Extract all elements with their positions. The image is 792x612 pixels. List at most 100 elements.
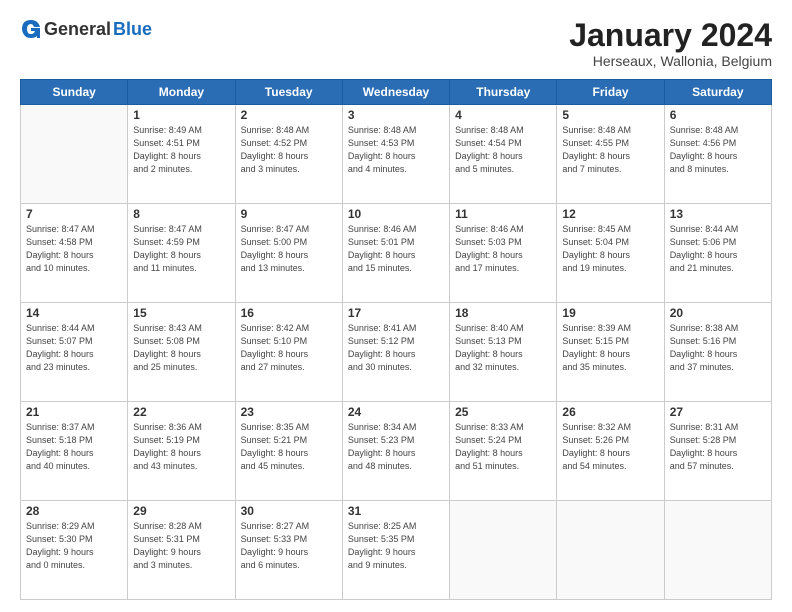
cell-info-13: Sunrise: 8:44 AM Sunset: 5:06 PM Dayligh… — [670, 223, 766, 275]
cal-cell-0-6: 6Sunrise: 8:48 AM Sunset: 4:56 PM Daylig… — [664, 105, 771, 204]
page: General Blue January 2024 Herseaux, Wall… — [0, 0, 792, 612]
cell-info-7: Sunrise: 8:47 AM Sunset: 4:58 PM Dayligh… — [26, 223, 122, 275]
week-row-2: 7Sunrise: 8:47 AM Sunset: 4:58 PM Daylig… — [21, 204, 772, 303]
calendar-table: Sunday Monday Tuesday Wednesday Thursday… — [20, 79, 772, 600]
cell-info-3: Sunrise: 8:48 AM Sunset: 4:53 PM Dayligh… — [348, 124, 444, 176]
cell-info-24: Sunrise: 8:34 AM Sunset: 5:23 PM Dayligh… — [348, 421, 444, 473]
cell-info-31: Sunrise: 8:25 AM Sunset: 5:35 PM Dayligh… — [348, 520, 444, 572]
cal-cell-2-5: 19 Sunrise: 8:39 AM Sunset: 5:15 PM Dayli… — [557, 303, 664, 402]
cal-cell-0-2: 2 Sunrise: 8:48 AM Sunset: 4:52 PM Daylig… — [235, 105, 342, 204]
header: General Blue January 2024 Herseaux, Wall… — [20, 18, 772, 69]
cell-info-11: Sunrise: 8:46 AM Sunset: 5:03 PM Dayligh… — [455, 223, 551, 275]
header-monday: Monday — [128, 80, 235, 105]
day-number-4: 4 — [455, 108, 551, 122]
cal-cell-2-3: 17 Sunrise: 8:41 AM Sunset: 5:12 PM Dayli… — [342, 303, 449, 402]
day-number-21: 21 — [26, 405, 122, 419]
day-number-30: 30 — [241, 504, 337, 518]
day-number-18: 18 — [455, 306, 551, 320]
cal-cell-4-2: 30 Sunrise: 8:27 AM Sunset: 5:33 PM Dayli… — [235, 501, 342, 600]
cal-cell-1-0: 7Sunrise: 8:47 AM Sunset: 4:58 PM Daylig… — [21, 204, 128, 303]
logo-icon — [20, 18, 42, 40]
day-number-29: 29 — [133, 504, 229, 518]
day-number-16: 16 — [241, 306, 337, 320]
cal-cell-2-4: 18 Sunrise: 8:40 AM Sunset: 5:13 PM Dayli… — [450, 303, 557, 402]
day-number-12: 12 — [562, 207, 658, 221]
cal-cell-0-4: 4 Sunrise: 8:48 AM Sunset: 4:54 PM Daylig… — [450, 105, 557, 204]
cell-info-14: Sunrise: 8:44 AM Sunset: 5:07 PM Dayligh… — [26, 322, 122, 374]
day-number-19: 19 — [562, 306, 658, 320]
cal-cell-3-0: 21Sunrise: 8:37 AM Sunset: 5:18 PM Dayli… — [21, 402, 128, 501]
day-number-14: 14 — [26, 306, 122, 320]
week-row-1: 1 Sunrise: 8:49 AM Sunset: 4:51 PM Daylig… — [21, 105, 772, 204]
month-title: January 2024 — [569, 18, 772, 53]
logo-general-text: General — [44, 19, 111, 40]
cal-cell-4-1: 29 Sunrise: 8:28 AM Sunset: 5:31 PM Dayli… — [128, 501, 235, 600]
header-tuesday: Tuesday — [235, 80, 342, 105]
day-number-11: 11 — [455, 207, 551, 221]
header-thursday: Thursday — [450, 80, 557, 105]
day-number-22: 22 — [133, 405, 229, 419]
cell-info-10: Sunrise: 8:46 AM Sunset: 5:01 PM Dayligh… — [348, 223, 444, 275]
header-sunday: Sunday — [21, 80, 128, 105]
cal-cell-0-5: 5 Sunrise: 8:48 AM Sunset: 4:55 PM Daylig… — [557, 105, 664, 204]
cal-cell-4-0: 28Sunrise: 8:29 AM Sunset: 5:30 PM Dayli… — [21, 501, 128, 600]
cal-cell-3-3: 24 Sunrise: 8:34 AM Sunset: 5:23 PM Dayli… — [342, 402, 449, 501]
cal-cell-1-4: 11 Sunrise: 8:46 AM Sunset: 5:03 PM Dayli… — [450, 204, 557, 303]
day-number-13: 13 — [670, 207, 766, 221]
day-number-15: 15 — [133, 306, 229, 320]
day-number-17: 17 — [348, 306, 444, 320]
header-wednesday: Wednesday — [342, 80, 449, 105]
cell-info-6: Sunrise: 8:48 AM Sunset: 4:56 PM Dayligh… — [670, 124, 766, 176]
cal-cell-3-5: 26 Sunrise: 8:32 AM Sunset: 5:26 PM Dayli… — [557, 402, 664, 501]
day-number-5: 5 — [562, 108, 658, 122]
cell-info-22: Sunrise: 8:36 AM Sunset: 5:19 PM Dayligh… — [133, 421, 229, 473]
cell-info-9: Sunrise: 8:47 AM Sunset: 5:00 PM Dayligh… — [241, 223, 337, 275]
cell-info-29: Sunrise: 8:28 AM Sunset: 5:31 PM Dayligh… — [133, 520, 229, 572]
week-row-3: 14 Sunrise: 8:44 AM Sunset: 5:07 PM Dayli… — [21, 303, 772, 402]
cal-cell-4-4 — [450, 501, 557, 600]
week-row-4: 21Sunrise: 8:37 AM Sunset: 5:18 PM Dayli… — [21, 402, 772, 501]
cell-info-23: Sunrise: 8:35 AM Sunset: 5:21 PM Dayligh… — [241, 421, 337, 473]
day-number-1: 1 — [133, 108, 229, 122]
cell-info-17: Sunrise: 8:41 AM Sunset: 5:12 PM Dayligh… — [348, 322, 444, 374]
cal-cell-1-6: 13 Sunrise: 8:44 AM Sunset: 5:06 PM Dayli… — [664, 204, 771, 303]
cell-info-1: Sunrise: 8:49 AM Sunset: 4:51 PM Dayligh… — [133, 124, 229, 176]
cell-info-20: Sunrise: 8:38 AM Sunset: 5:16 PM Dayligh… — [670, 322, 766, 374]
day-number-27: 27 — [670, 405, 766, 419]
cell-info-26: Sunrise: 8:32 AM Sunset: 5:26 PM Dayligh… — [562, 421, 658, 473]
cell-info-18: Sunrise: 8:40 AM Sunset: 5:13 PM Dayligh… — [455, 322, 551, 374]
cell-info-5: Sunrise: 8:48 AM Sunset: 4:55 PM Dayligh… — [562, 124, 658, 176]
location: Herseaux, Wallonia, Belgium — [569, 53, 772, 69]
day-number-20: 20 — [670, 306, 766, 320]
cell-info-19: Sunrise: 8:39 AM Sunset: 5:15 PM Dayligh… — [562, 322, 658, 374]
cal-cell-2-1: 15 Sunrise: 8:43 AM Sunset: 5:08 PM Dayli… — [128, 303, 235, 402]
cal-cell-0-1: 1 Sunrise: 8:49 AM Sunset: 4:51 PM Daylig… — [128, 105, 235, 204]
cal-cell-1-5: 12Sunrise: 8:45 AM Sunset: 5:04 PM Dayli… — [557, 204, 664, 303]
day-number-2: 2 — [241, 108, 337, 122]
cell-info-2: Sunrise: 8:48 AM Sunset: 4:52 PM Dayligh… — [241, 124, 337, 176]
day-number-9: 9 — [241, 207, 337, 221]
cal-cell-3-6: 27Sunrise: 8:31 AM Sunset: 5:28 PM Dayli… — [664, 402, 771, 501]
day-number-23: 23 — [241, 405, 337, 419]
cell-info-15: Sunrise: 8:43 AM Sunset: 5:08 PM Dayligh… — [133, 322, 229, 374]
day-number-25: 25 — [455, 405, 551, 419]
day-number-8: 8 — [133, 207, 229, 221]
cell-info-25: Sunrise: 8:33 AM Sunset: 5:24 PM Dayligh… — [455, 421, 551, 473]
header-friday: Friday — [557, 80, 664, 105]
cell-info-4: Sunrise: 8:48 AM Sunset: 4:54 PM Dayligh… — [455, 124, 551, 176]
cal-cell-0-0 — [21, 105, 128, 204]
cal-cell-4-5 — [557, 501, 664, 600]
cal-cell-2-6: 20 Sunrise: 8:38 AM Sunset: 5:16 PM Dayli… — [664, 303, 771, 402]
day-number-10: 10 — [348, 207, 444, 221]
header-saturday: Saturday — [664, 80, 771, 105]
cell-info-30: Sunrise: 8:27 AM Sunset: 5:33 PM Dayligh… — [241, 520, 337, 572]
day-header-row: Sunday Monday Tuesday Wednesday Thursday… — [21, 80, 772, 105]
day-number-24: 24 — [348, 405, 444, 419]
cal-cell-3-1: 22 Sunrise: 8:36 AM Sunset: 5:19 PM Dayli… — [128, 402, 235, 501]
logo: General Blue — [20, 18, 152, 40]
day-number-3: 3 — [348, 108, 444, 122]
day-number-26: 26 — [562, 405, 658, 419]
cell-info-8: Sunrise: 8:47 AM Sunset: 4:59 PM Dayligh… — [133, 223, 229, 275]
cal-cell-4-6 — [664, 501, 771, 600]
cal-cell-4-3: 31Sunrise: 8:25 AM Sunset: 5:35 PM Dayli… — [342, 501, 449, 600]
